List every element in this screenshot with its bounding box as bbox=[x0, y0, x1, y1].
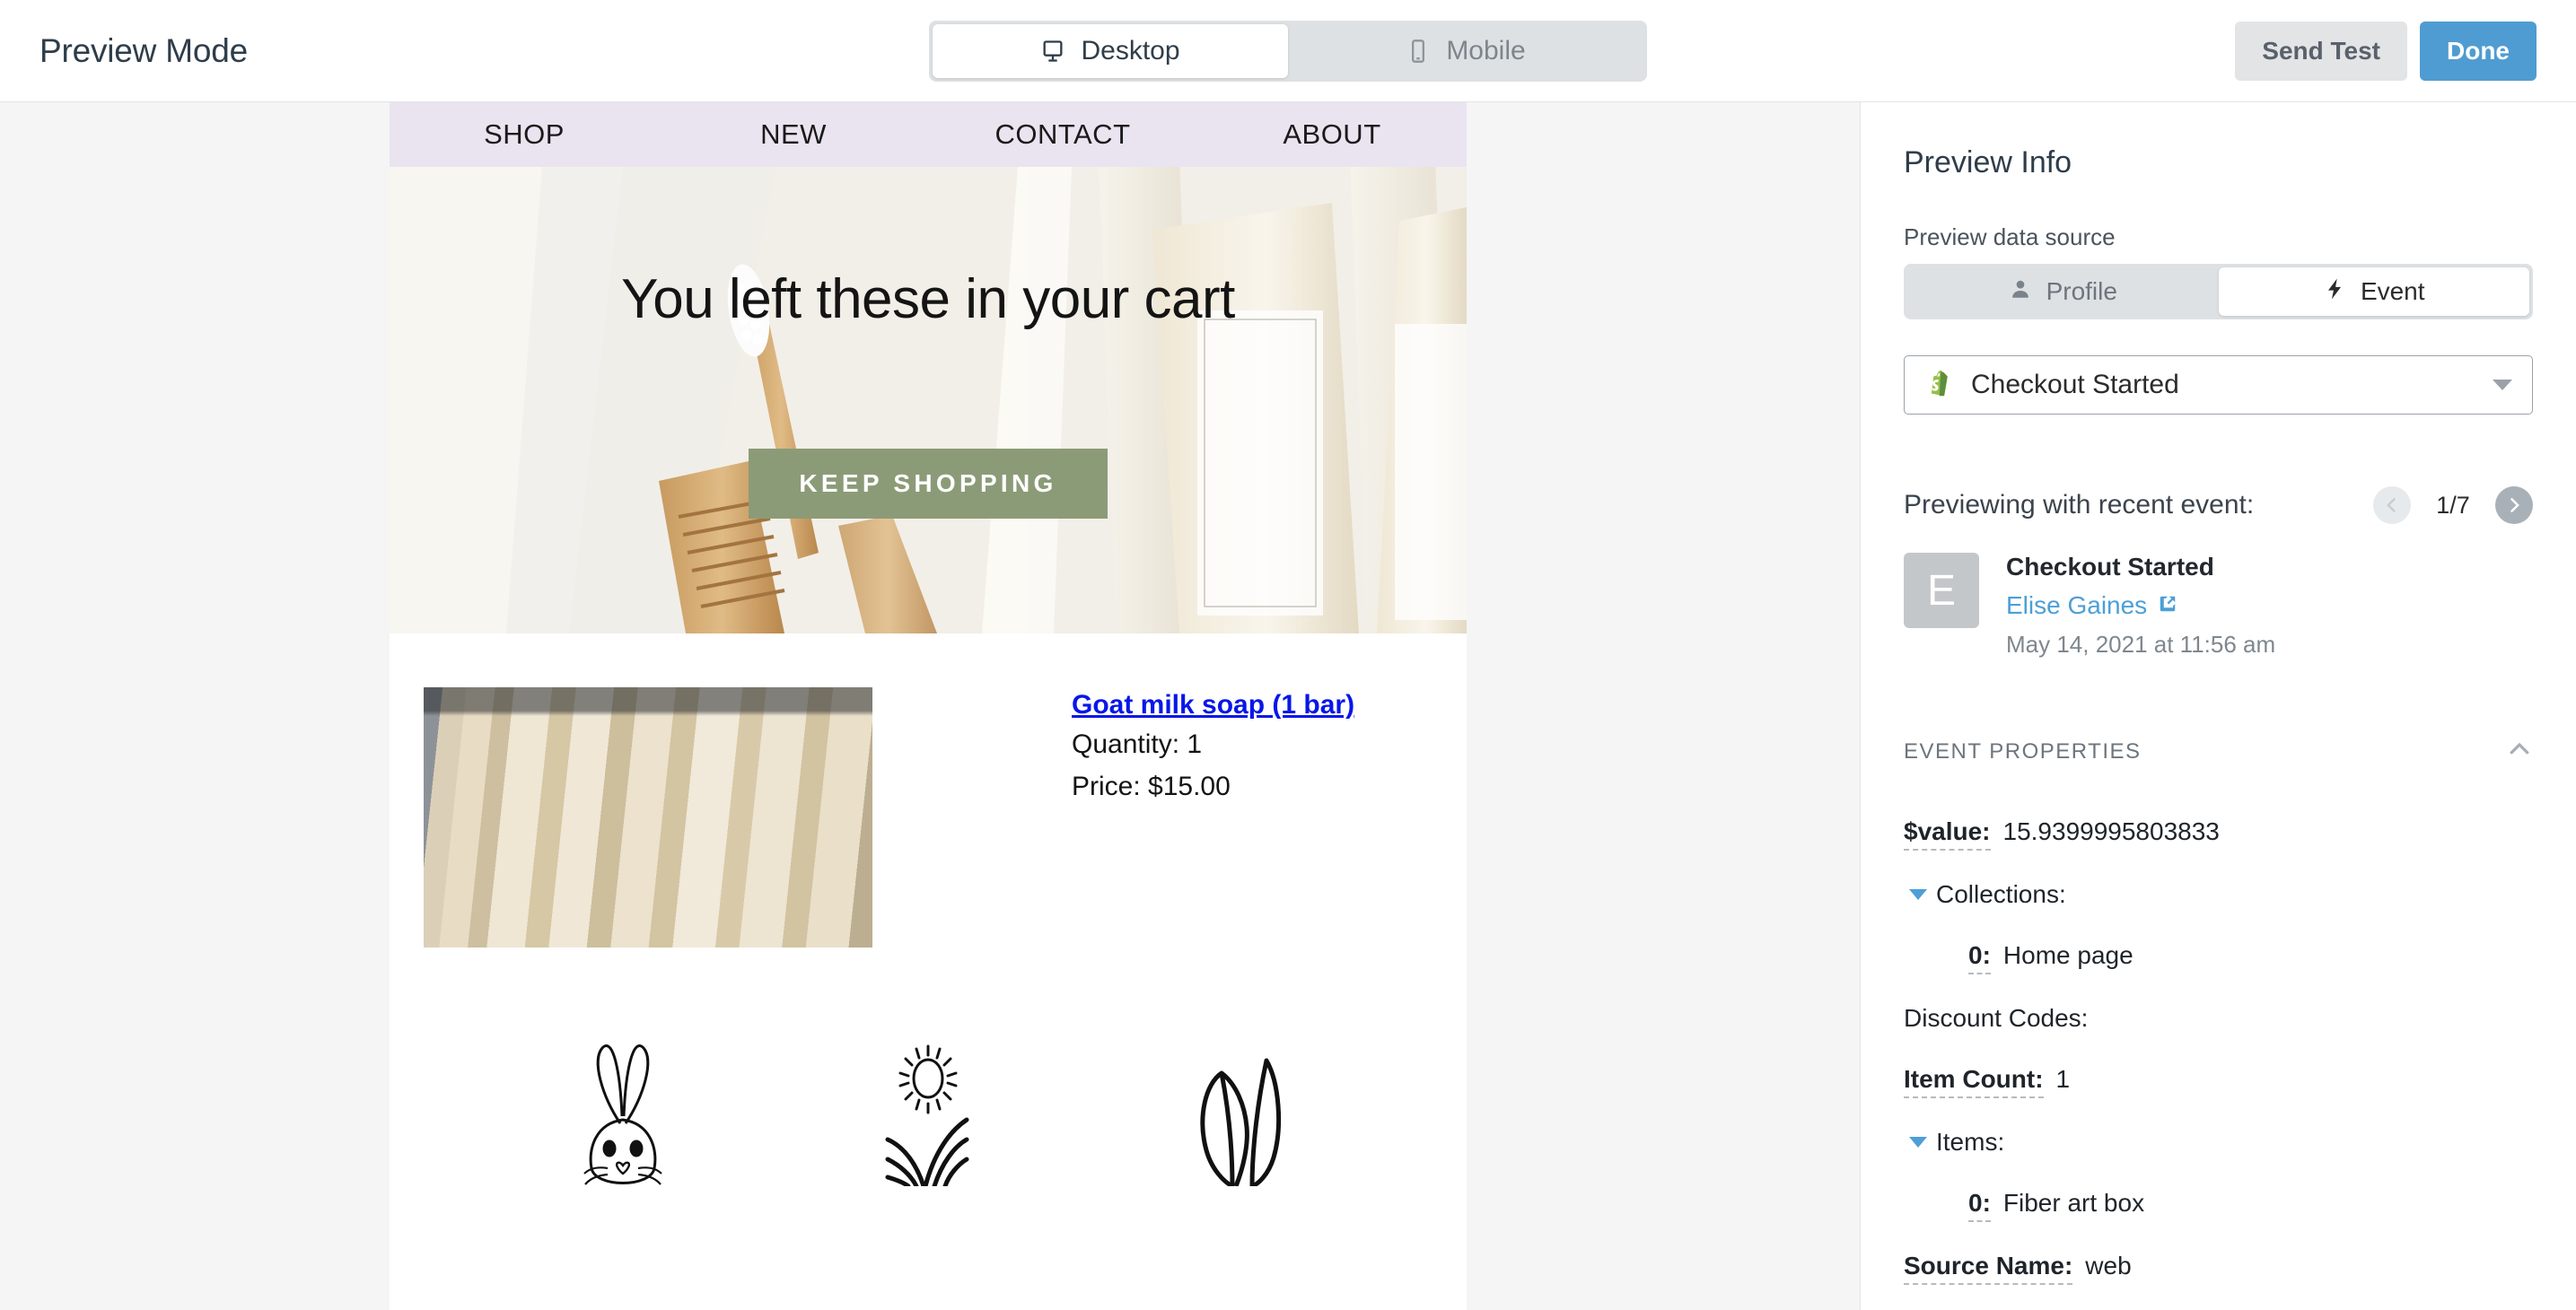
email-nav-item-new[interactable]: NEW bbox=[659, 118, 928, 151]
property-key[interactable]: Collections: bbox=[1936, 880, 2066, 912]
tab-desktop-label: Desktop bbox=[1081, 35, 1180, 66]
property-value: Fiber art box bbox=[2002, 1189, 2145, 1217]
hero-background-image bbox=[390, 167, 1467, 633]
property-row: 0: Fiber art box bbox=[1904, 1189, 2533, 1222]
leaf-plant-icon bbox=[1166, 1034, 1301, 1186]
product-info: Goat milk soap (1 bar) Quantity: 1 Price… bbox=[872, 687, 1354, 948]
tab-desktop[interactable]: Desktop bbox=[933, 23, 1288, 78]
email-icon-strip bbox=[390, 948, 1467, 1186]
property-key[interactable]: $value: bbox=[1904, 817, 1991, 851]
property-value: Home page bbox=[2002, 941, 2134, 969]
event-pager: 1/7 bbox=[2373, 486, 2533, 524]
property-key[interactable]: Item Count: bbox=[1904, 1065, 2044, 1098]
external-link-icon bbox=[2158, 591, 2177, 620]
property-row: Discount Codes: bbox=[1904, 1004, 2533, 1035]
email-nav-item-about[interactable]: ABOUT bbox=[1197, 118, 1467, 151]
send-test-button[interactable]: Send Test bbox=[2235, 21, 2407, 81]
product-quantity: Quantity: 1 bbox=[1072, 729, 1203, 759]
mobile-icon bbox=[1406, 39, 1431, 64]
chevron-down-icon bbox=[2493, 380, 2512, 390]
data-source-toggle[interactable]: Profile Event bbox=[1904, 264, 2533, 319]
hero-headline: You left these in your cart bbox=[621, 268, 1235, 330]
desktop-icon bbox=[1040, 39, 1065, 64]
shopify-icon bbox=[1924, 368, 1955, 403]
preview-info-panel: Preview Info Preview data source Profile bbox=[1860, 102, 2576, 1310]
preview-mode-app: Preview Mode Desktop Mobile Send Test Do… bbox=[0, 0, 2576, 1310]
device-toggle[interactable]: Desktop Mobile bbox=[929, 20, 1647, 82]
property-key[interactable]: Source Name: bbox=[1904, 1252, 2073, 1285]
event-properties-header[interactable]: EVENT PROPERTIES bbox=[1904, 736, 2533, 767]
page-title: Preview Mode bbox=[39, 31, 249, 69]
property-value: 1 bbox=[2055, 1065, 2071, 1093]
body-area: SHOP NEW CONTACT ABOUT You left these in… bbox=[0, 102, 2576, 1310]
property-key[interactable]: Items: bbox=[1936, 1128, 2004, 1159]
expand-triangle-icon[interactable] bbox=[1909, 889, 1927, 900]
preview-data-source-label: Preview data source bbox=[1904, 223, 2116, 250]
recent-event-label: Previewing with recent event: bbox=[1904, 490, 2255, 520]
chevron-up-icon[interactable] bbox=[2506, 736, 2533, 767]
prev-event-button[interactable] bbox=[2373, 486, 2411, 524]
recent-event-row: Previewing with recent event: 1/7 bbox=[1904, 486, 2533, 524]
product-row: Goat milk soap (1 bar) Quantity: 1 Price… bbox=[390, 633, 1467, 948]
property-key[interactable]: Discount Codes: bbox=[1904, 1004, 2088, 1035]
tab-event-label: Event bbox=[2360, 277, 2425, 305]
keep-shopping-button[interactable]: KEEP SHOPPING bbox=[749, 449, 1108, 519]
event-card-name: Checkout Started bbox=[2006, 553, 2214, 581]
expand-triangle-icon[interactable] bbox=[1909, 1137, 1927, 1148]
tab-profile-label: Profile bbox=[2046, 277, 2117, 305]
property-value: 15.9399995803833 bbox=[2002, 817, 2220, 845]
tab-mobile[interactable]: Mobile bbox=[1288, 24, 1643, 78]
event-properties-section: EVENT PROPERTIES $value: 15.939999580383… bbox=[1861, 696, 2576, 1310]
top-bar: Preview Mode Desktop Mobile Send Test Do… bbox=[0, 0, 2576, 102]
preview-info-header: Preview Info Preview data source Profile bbox=[1861, 102, 2576, 415]
property-value: web bbox=[2085, 1252, 2132, 1279]
event-select-dropdown[interactable]: Checkout Started bbox=[1904, 355, 2533, 415]
email-nav: SHOP NEW CONTACT ABOUT bbox=[390, 102, 1467, 167]
event-card-date: May 14, 2021 at 11:56 am bbox=[2006, 631, 2276, 658]
property-key[interactable]: 0: bbox=[1968, 1189, 1991, 1222]
property-row: Items: bbox=[1904, 1128, 2533, 1159]
lightning-bolt-icon bbox=[2323, 277, 2346, 307]
done-button[interactable]: Done bbox=[2420, 21, 2537, 81]
event-card-person-label: Elise Gaines bbox=[2006, 591, 2148, 619]
tab-mobile-label: Mobile bbox=[1446, 35, 1526, 66]
event-card-body: Checkout Started Elise Gaines May 14, 20… bbox=[2006, 553, 2275, 659]
email-hero: You left these in your cart KEEP SHOPPIN… bbox=[390, 167, 1467, 633]
email-preview-canvas: SHOP NEW CONTACT ABOUT You left these in… bbox=[0, 102, 1860, 1310]
tab-profile[interactable]: Profile bbox=[1907, 267, 2219, 316]
event-select-value: Checkout Started bbox=[1971, 370, 2179, 399]
property-row: Item Count: 1 bbox=[1904, 1065, 2533, 1098]
product-image bbox=[424, 687, 872, 948]
preview-info-title: Preview Info bbox=[1904, 145, 2072, 179]
property-row: Source Name: web bbox=[1904, 1252, 2533, 1285]
property-key[interactable]: 0: bbox=[1968, 941, 1991, 974]
avatar: E bbox=[1904, 553, 1979, 628]
event-card: E Checkout Started Elise Gaines May 14, … bbox=[1904, 553, 2533, 659]
property-row: $value: 15.9399995803833 bbox=[1904, 817, 2533, 851]
next-event-button[interactable] bbox=[2495, 486, 2533, 524]
property-row: 0: Home page bbox=[1904, 941, 2533, 974]
product-title-link[interactable]: Goat milk soap (1 bar) bbox=[1072, 690, 1354, 720]
event-card-person-link[interactable]: Elise Gaines bbox=[2006, 591, 2275, 620]
property-row: Collections: bbox=[1904, 880, 2533, 912]
sun-over-fields-icon bbox=[861, 1034, 995, 1186]
event-properties-list: $value: 15.9399995803833 Collections: 0:… bbox=[1904, 817, 2533, 1310]
email-nav-item-contact[interactable]: CONTACT bbox=[928, 118, 1197, 151]
rabbit-icon bbox=[556, 1034, 690, 1186]
email-nav-item-shop[interactable]: SHOP bbox=[390, 118, 659, 151]
product-price: Price: $15.00 bbox=[1072, 771, 1231, 801]
event-properties-title: EVENT PROPERTIES bbox=[1904, 738, 2142, 764]
tab-event[interactable]: Event bbox=[2218, 267, 2529, 316]
person-icon bbox=[2009, 277, 2032, 307]
event-page-count: 1/7 bbox=[2436, 491, 2470, 519]
email-document: SHOP NEW CONTACT ABOUT You left these in… bbox=[390, 102, 1467, 1310]
recent-event-section: Previewing with recent event: 1/7 E Chec… bbox=[1861, 452, 2576, 659]
top-bar-actions: Send Test Done bbox=[2235, 21, 2537, 81]
